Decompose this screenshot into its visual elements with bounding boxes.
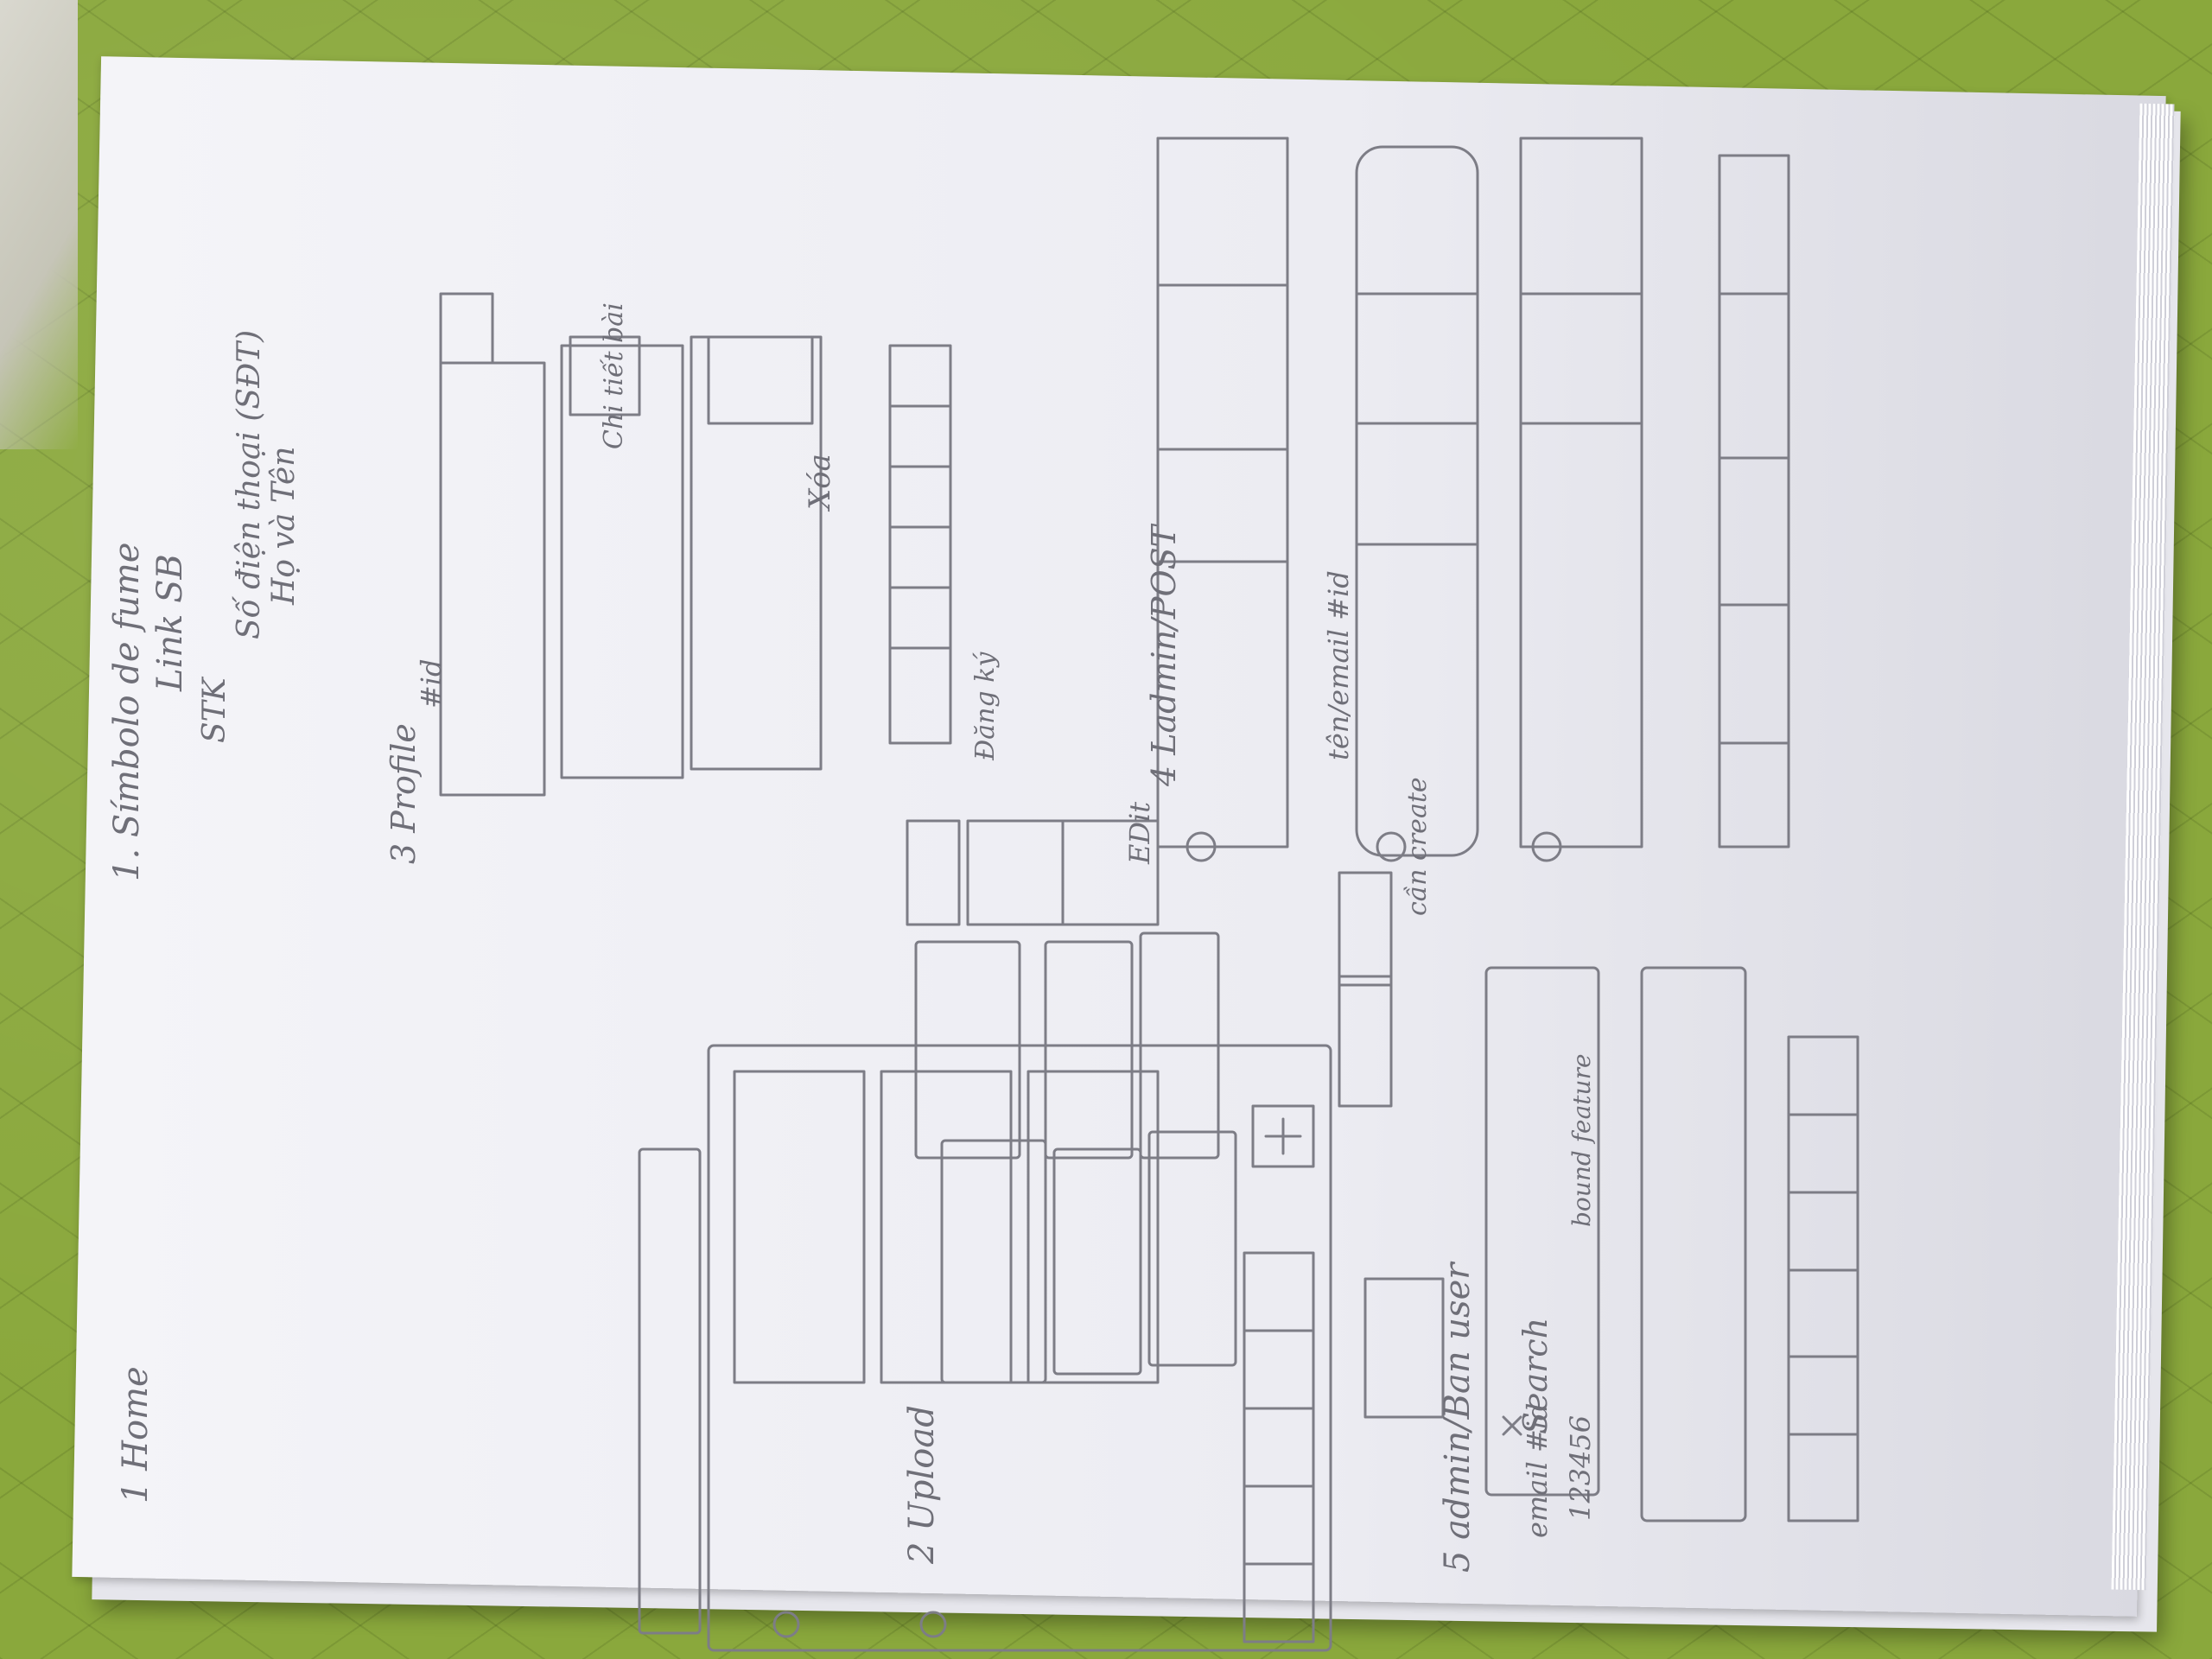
note-digits: 123456 [1564,1415,1597,1521]
note-link-sb: Link SB [150,554,190,692]
note-sdt: Số điện thoại (SĐT) [232,330,267,639]
note-chi-tiet: Chi tiết bài [599,302,629,449]
note-id: #id [415,658,448,709]
note-stk: STK [197,676,232,743]
note-admin-post: 4 Ladmin/POST [1145,523,1183,787]
admin-post-section [1156,137,1790,862]
upload-section [906,819,1315,1384]
note-ho-ten: Họ và Tên [266,447,302,606]
profile-section [439,292,952,797]
note-home: 1 Home [116,1366,156,1503]
note-admin-user: 5 admin/Ban user [1438,1261,1478,1573]
note-can-create: cần create [1402,777,1433,916]
note-search: Search [1516,1318,1554,1434]
note-ten-email: tên/email #id [1322,570,1355,760]
note-defaults: 1. Símbolo de fume [107,543,147,881]
note-xoa: Xóa [803,454,837,512]
home-section [638,1044,1332,1652]
pencil-wireframe-sketch: 1 Home 1. Símbolo de fume Link SB STK Số… [107,137,1859,1652]
note-edit: EDit [1123,802,1156,865]
note-dang-ky: Đăng ký [970,652,1001,761]
note-bound-feature: bound feature [1567,1053,1596,1227]
note-upload: 2 Upload [902,1405,942,1565]
note-profile: 3 Profile [385,723,423,864]
admin-user-section [1338,871,1859,1522]
